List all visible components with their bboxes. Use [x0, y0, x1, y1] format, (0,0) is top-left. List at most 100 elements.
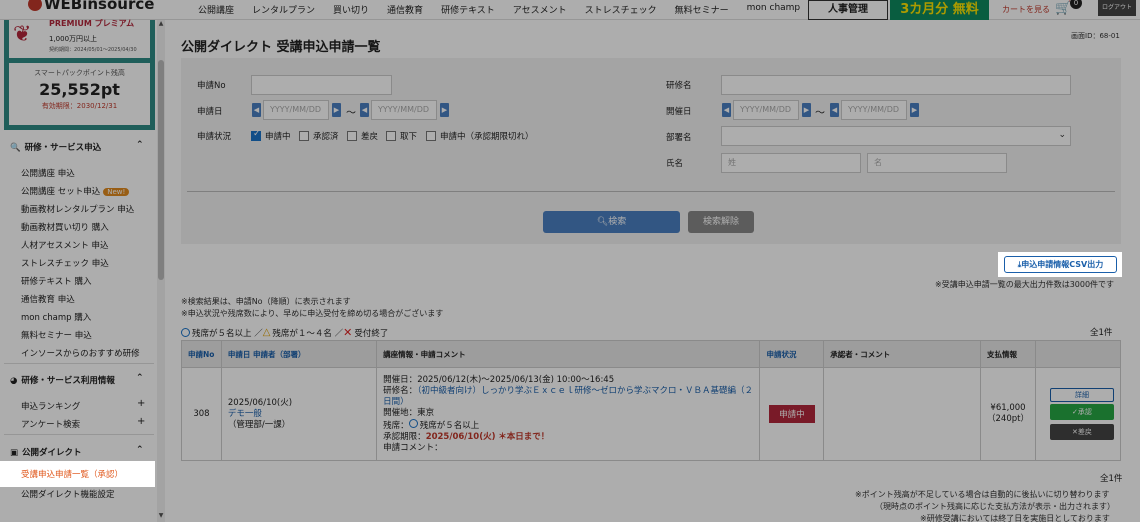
sidebar-item-public-course-set[interactable]: 公開講座 セット申込 New! — [21, 185, 130, 197]
footer-note-2: （現時点のポイント残高に応じた支払方法が表示・出力されます） — [875, 502, 1115, 511]
sidebar-item-survey-search[interactable]: アンケート検索 + — [21, 416, 145, 430]
next-date-button[interactable]: ▶ — [440, 103, 449, 117]
sidebar-item-assessment[interactable]: 人材アセスメント 申込 — [21, 239, 109, 251]
chevron-up-icon[interactable]: ⌃ — [136, 445, 144, 455]
plus-icon[interactable]: + — [137, 416, 145, 427]
sidebar-scrollbar[interactable]: ▲ ▼ — [157, 20, 165, 522]
cart-link[interactable]: カートを見る — [1002, 4, 1050, 15]
chevron-up-icon[interactable]: ⌃ — [136, 373, 144, 383]
app-no-label: 申請No — [197, 81, 226, 91]
clear-search-button[interactable]: 検索解除 — [688, 211, 754, 233]
sidebar-item-recommended[interactable]: インソースからのおすすめ研修 — [21, 347, 140, 359]
last-name-input[interactable]: 姓 — [721, 153, 861, 173]
next-date-button[interactable]: ▶ — [332, 103, 341, 117]
status-checkbox-expired[interactable]: 申請中（承認期限切れ） — [426, 130, 534, 142]
hr-banner[interactable]: 人事管理 — [808, 0, 888, 20]
app-date: 2025/06/10(火) — [227, 397, 293, 408]
app-date-to-input[interactable]: YYYY/MM/DD — [371, 100, 437, 120]
cart-icon[interactable]: 🛒 — [1055, 1, 1071, 16]
nav-rental-plan[interactable]: レンタルプラン — [252, 3, 315, 16]
dept-select[interactable]: ⌄ — [721, 126, 1071, 146]
cross-icon: ✕ — [343, 326, 353, 339]
nav-correspondence[interactable]: 通信教育 — [387, 3, 423, 16]
app-comment: 申請コメント： — [383, 442, 443, 453]
held-date-from-input[interactable]: YYYY/MM/DD — [733, 100, 799, 120]
checkbox[interactable] — [426, 131, 436, 141]
sidebar-item-public-course[interactable]: 公開講座 申込 — [21, 167, 75, 179]
payment-points: （240pt） — [987, 414, 1029, 424]
held-date-to-input[interactable]: YYYY/MM/DD — [841, 100, 907, 120]
section-usage-info[interactable]: ◕ 研修・サービス利用情報 ⌃ — [10, 373, 144, 386]
premium-period: 契約期間：2024/05/01〜2025/04/30 — [49, 47, 137, 53]
checkbox-checked[interactable] — [251, 129, 261, 141]
checkbox[interactable] — [347, 131, 357, 141]
nav-public-course[interactable]: 公開講座 — [198, 3, 234, 16]
plus-icon[interactable]: + — [137, 398, 145, 409]
status-checkbox-withdrawn[interactable]: 取下 — [386, 130, 417, 142]
result-count-bottom: 全1件 — [1100, 474, 1123, 484]
sidebar-item-label: 公開講座 セット申込 — [21, 187, 101, 197]
sidebar-item-free-seminar[interactable]: 無料セミナー 申込 — [21, 329, 92, 341]
scroll-up-icon[interactable]: ▲ — [157, 20, 165, 27]
applicant-link[interactable]: デモ一般 — [228, 409, 370, 420]
checkbox[interactable] — [299, 131, 309, 141]
nav-free-seminar[interactable]: 無料セミナー — [675, 3, 729, 16]
table-row: 308 2025/06/10(火) デモ一般 （管理部/一課） 開催日：2025… — [181, 367, 1122, 461]
course-link[interactable]: （初中級者向け）しっかり学ぶＥｘｃｅｌ研修〜ゼロから学ぶマクロ・ＶＢＡ基礎編（２… — [383, 386, 753, 407]
sidebar-item-correspondence[interactable]: 通信教育 申込 — [21, 293, 75, 305]
course-name-input[interactable] — [721, 75, 1071, 95]
first-name-input[interactable]: 名 — [867, 153, 1007, 173]
col-header-status[interactable]: 申請状況 — [759, 340, 825, 368]
app-no-input[interactable] — [251, 75, 392, 95]
points-card: スマートパックポイント残高 25,552pt 有効期限：2030/12/31 — [9, 63, 150, 125]
prev-date-button[interactable]: ◀ — [830, 103, 839, 117]
status-checkbox-applying[interactable]: 申請中 — [251, 129, 291, 142]
cell-course-info: 開催日：2025/06/12(木)〜2025/06/13(金) 10:00〜16… — [376, 367, 761, 461]
reject-button[interactable]: ✕差戻 — [1049, 424, 1114, 440]
status-checkbox-returned[interactable]: 差戻 — [347, 130, 378, 142]
sidebar-item-text[interactable]: 研修テキスト 購入 — [21, 275, 91, 287]
checkbox-label: 申請中（承認期限切れ） — [440, 132, 534, 142]
app-date-from-input[interactable]: YYYY/MM/DD — [263, 100, 329, 120]
sidebar-item-video-rental[interactable]: 動画教材レンタルプラン 申込 — [21, 203, 134, 215]
prev-date-button[interactable]: ◀ — [360, 103, 369, 117]
cell-actions: 詳細 ✓承認 ✕差戻 — [1034, 367, 1122, 461]
checkbox[interactable] — [386, 131, 396, 141]
search-button[interactable]: 🔍︎検索 — [543, 211, 680, 233]
deadline-note: 本日まで！ — [506, 431, 550, 442]
section-public-direct[interactable]: ▣ 公開ダイレクト ⌃ — [10, 445, 144, 458]
next-date-button[interactable]: ▶ — [802, 103, 811, 117]
prev-date-button[interactable]: ◀ — [252, 103, 261, 117]
scroll-down-icon[interactable]: ▼ — [157, 512, 165, 519]
sidebar-item-video-purchase[interactable]: 動画教材買い切り 購入 — [21, 221, 109, 233]
detail-button[interactable]: 詳細 — [1049, 388, 1114, 402]
sidebar-item-mon-champ[interactable]: mon champ 購入 — [21, 311, 91, 323]
logout-button[interactable]: ログアウト — [1098, 0, 1136, 16]
next-date-button[interactable]: ▶ — [910, 103, 919, 117]
csv-export-button[interactable]: ⤓申込申請情報CSV出力 — [1004, 256, 1117, 273]
sidebar-item-public-direct-settings[interactable]: 公開ダイレクト機能設定 — [21, 488, 115, 500]
section-service-apply[interactable]: 🔍 研修・サービス申込 ⌃ — [10, 140, 144, 153]
col-header-app-date[interactable]: 申請日 申請者（部署） — [220, 340, 378, 368]
status-label: 申請状況 — [197, 132, 232, 142]
scrollbar-thumb[interactable] — [158, 60, 164, 280]
nav-text[interactable]: 研修テキスト — [441, 3, 495, 16]
site-logo[interactable]: WEBinsource — [28, 0, 154, 13]
prev-date-button[interactable]: ◀ — [722, 103, 731, 117]
sidebar-item-application-list[interactable]: 受講申込申請一覧（承認） — [21, 468, 123, 480]
chevron-up-icon[interactable]: ⌃ — [136, 140, 144, 150]
col-header-app-no[interactable]: 申請No — [181, 340, 222, 368]
status-checkbox-approved[interactable]: 承認済 — [299, 130, 339, 142]
global-nav: 公開講座 レンタルプラン 買い切り 通信教育 研修テキスト アセスメント ストレ… — [198, 3, 818, 16]
nav-mon-champ[interactable]: mon champ — [747, 3, 801, 16]
sidebar-item-stress-check[interactable]: ストレスチェック 申込 — [21, 257, 109, 269]
approve-button[interactable]: ✓承認 — [1049, 404, 1114, 420]
section-label: 公開ダイレクト — [22, 448, 82, 458]
nav-stress-check[interactable]: ストレスチェック — [585, 3, 657, 16]
page-title: 公開ダイレクト 受講申込申請一覧 — [181, 40, 381, 55]
sidebar-item-ranking[interactable]: 申込ランキング + — [21, 398, 145, 412]
free-banner[interactable]: 3カ月分 無料 — [890, 0, 989, 20]
nav-assessment[interactable]: アセスメント — [513, 3, 567, 16]
nav-purchase[interactable]: 買い切り — [333, 3, 369, 16]
sidebar-item-label: アンケート検索 — [21, 420, 81, 430]
